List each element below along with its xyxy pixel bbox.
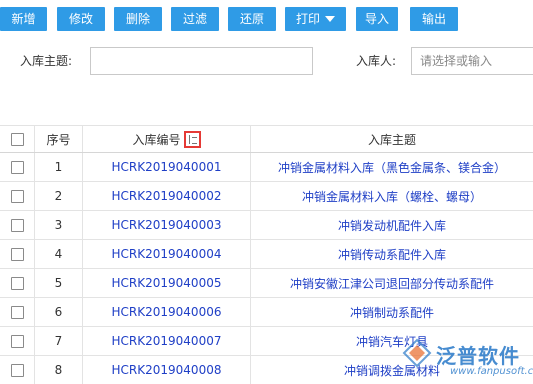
code-cell: HCRK2019040007 <box>83 327 251 355</box>
select-all-cell <box>0 126 35 152</box>
import-button[interactable]: 导入 <box>356 7 398 31</box>
subject-cell: 冲销制动系配件 <box>251 298 533 326</box>
subject-link[interactable]: 冲销金属材料入库（黑色金属条、镁合金） <box>278 159 506 176</box>
subject-filter-input[interactable] <box>90 47 313 75</box>
seq-value: 2 <box>54 189 63 203</box>
select-all-checkbox[interactable] <box>10 132 24 146</box>
subject-filter-label: 入库主题: <box>20 54 73 68</box>
seq-value: 7 <box>54 334 63 348</box>
row-select-cell <box>0 269 35 297</box>
code-link[interactable]: HCRK2019040008 <box>112 363 222 377</box>
table-row[interactable]: 4 HCRK2019040004 冲销传动系配件入库 <box>0 240 533 269</box>
seq-cell: 7 <box>35 327 83 355</box>
toolbar: 新增 修改 删除 过滤 还原 打印 导入 输出 <box>0 7 533 31</box>
code-cell: HCRK2019040005 <box>83 269 251 297</box>
code-link[interactable]: HCRK2019040007 <box>112 334 222 348</box>
subject-cell: 冲销金属材料入库（黑色金属条、镁合金） <box>251 153 533 181</box>
export-button[interactable]: 输出 <box>410 7 458 31</box>
seq-cell: 8 <box>35 356 83 384</box>
code-cell: HCRK2019040006 <box>83 298 251 326</box>
seq-cell: 1 <box>35 153 83 181</box>
sort-icon[interactable] <box>183 130 201 148</box>
seq-value: 4 <box>54 247 63 261</box>
subject-cell: 冲销安徽江津公司退回部分传动系配件 <box>251 269 533 297</box>
row-checkbox[interactable] <box>10 334 24 348</box>
row-select-cell <box>0 153 35 181</box>
row-select-cell <box>0 327 35 355</box>
seq-cell: 6 <box>35 298 83 326</box>
print-button[interactable]: 打印 <box>285 7 346 31</box>
seq-value: 8 <box>54 363 63 377</box>
add-button[interactable]: 新增 <box>0 7 47 31</box>
seq-value: 3 <box>54 218 63 232</box>
subject-link[interactable]: 冲销制动系配件 <box>350 304 434 321</box>
table-row[interactable]: 3 HCRK2019040003 冲销发动机配件入库 <box>0 211 533 240</box>
seq-header: 序号 <box>35 126 83 152</box>
subject-link[interactable]: 冲销发动机配件入库 <box>338 217 446 234</box>
person-filter-input[interactable] <box>411 47 533 75</box>
edit-button[interactable]: 修改 <box>57 7 105 31</box>
brand-url: www.fanpusoft.com <box>450 366 533 377</box>
seq-value: 6 <box>54 305 63 319</box>
subject-cell: 冲销传动系配件入库 <box>251 240 533 268</box>
seq-cell: 5 <box>35 269 83 297</box>
code-cell: HCRK2019040001 <box>83 153 251 181</box>
brand-name: 泛普软件 <box>436 344 520 368</box>
person-filter-label: 入库人: <box>356 54 397 68</box>
code-cell: HCRK2019040004 <box>83 240 251 268</box>
code-link[interactable]: HCRK2019040001 <box>112 160 222 174</box>
row-checkbox[interactable] <box>10 305 24 319</box>
code-link[interactable]: HCRK2019040003 <box>112 218 222 232</box>
seq-cell: 4 <box>35 240 83 268</box>
table-row[interactable]: 6 HCRK2019040006 冲销制动系配件 <box>0 298 533 327</box>
code-header-label: 入库编号 <box>132 132 181 147</box>
subject-link[interactable]: 冲销金属材料入库（螺栓、螺母） <box>302 188 482 205</box>
subject-cell: 冲销发动机配件入库 <box>251 211 533 239</box>
row-checkbox[interactable] <box>10 247 24 261</box>
print-button-label: 打印 <box>295 12 320 26</box>
subject-cell: 冲销金属材料入库（螺栓、螺母） <box>251 182 533 210</box>
row-select-cell <box>0 298 35 326</box>
row-checkbox[interactable] <box>10 276 24 290</box>
row-checkbox[interactable] <box>10 218 24 232</box>
seq-cell: 3 <box>35 211 83 239</box>
table-row[interactable]: 2 HCRK2019040002 冲销金属材料入库（螺栓、螺母） <box>0 182 533 211</box>
subject-header: 入库主题 <box>251 126 533 152</box>
subject-link[interactable]: 冲销传动系配件入库 <box>338 246 446 263</box>
table-row[interactable]: 5 HCRK2019040005 冲销安徽江津公司退回部分传动系配件 <box>0 269 533 298</box>
seq-cell: 2 <box>35 182 83 210</box>
chevron-down-icon <box>325 16 335 22</box>
brand-watermark: 泛普软件 www.fanpusoft.com <box>398 334 533 384</box>
code-link[interactable]: HCRK2019040002 <box>112 189 222 203</box>
delete-button[interactable]: 删除 <box>114 7 162 31</box>
code-cell: HCRK2019040002 <box>83 182 251 210</box>
row-select-cell <box>0 240 35 268</box>
code-cell: HCRK2019040003 <box>83 211 251 239</box>
subject-link[interactable]: 冲销安徽江津公司退回部分传动系配件 <box>290 275 494 292</box>
code-link[interactable]: HCRK2019040004 <box>112 247 222 261</box>
row-checkbox[interactable] <box>10 189 24 203</box>
row-checkbox[interactable] <box>10 160 24 174</box>
code-header[interactable]: 入库编号 <box>83 126 251 152</box>
code-cell: HCRK2019040008 <box>83 356 251 384</box>
grid-header: 序号 入库编号 入库主题 <box>0 125 533 153</box>
filter-button[interactable]: 过滤 <box>171 7 219 31</box>
seq-value: 5 <box>54 276 63 290</box>
code-link[interactable]: HCRK2019040006 <box>112 305 222 319</box>
seq-value: 1 <box>54 160 63 174</box>
row-select-cell <box>0 211 35 239</box>
code-link[interactable]: HCRK2019040005 <box>112 276 222 290</box>
table-row[interactable]: 1 HCRK2019040001 冲销金属材料入库（黑色金属条、镁合金） <box>0 153 533 182</box>
row-checkbox[interactable] <box>10 363 24 377</box>
filter-row: 入库主题: 入库人: <box>0 46 533 76</box>
row-select-cell <box>0 356 35 384</box>
subject-header-label: 入库主题 <box>367 132 416 147</box>
seq-header-label: 序号 <box>46 132 71 147</box>
brand-logo-icon <box>402 338 432 368</box>
row-select-cell <box>0 182 35 210</box>
restore-button[interactable]: 还原 <box>228 7 276 31</box>
